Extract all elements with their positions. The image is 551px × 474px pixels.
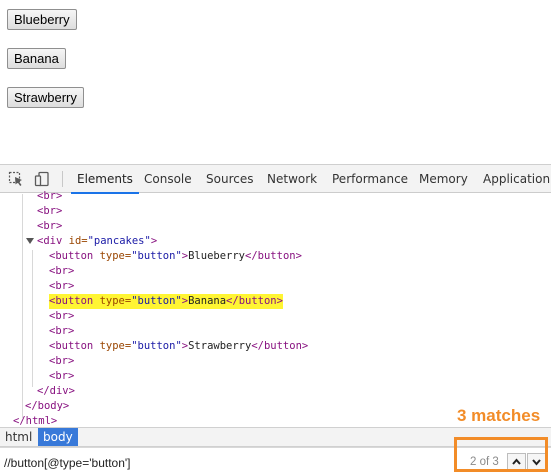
tag-text: > bbox=[150, 235, 158, 247]
page-preview: Blueberry Banana Strawberry bbox=[0, 0, 551, 164]
inspect-element-icon[interactable] bbox=[8, 171, 24, 187]
tag-text: </html> bbox=[13, 415, 58, 427]
tag-text: <br> bbox=[49, 265, 75, 277]
tag-text: <br> bbox=[49, 310, 75, 322]
tab-elements[interactable]: Elements bbox=[71, 165, 139, 194]
dom-node-br[interactable]: <br> bbox=[49, 324, 74, 339]
dom-node-body-close[interactable]: </body> bbox=[25, 399, 69, 414]
dom-node-br[interactable]: <br> bbox=[37, 219, 62, 234]
toolbar-divider bbox=[62, 171, 63, 187]
tag-text: <br> bbox=[49, 370, 75, 382]
banana-button[interactable]: Banana bbox=[7, 48, 66, 69]
expand-triangle-icon[interactable] bbox=[26, 238, 34, 244]
devtools-tabbar: Elements Console Sources Network Perform… bbox=[0, 165, 551, 194]
dom-node-br[interactable]: <br> bbox=[37, 204, 62, 219]
tab-sources[interactable]: Sources bbox=[206, 165, 253, 193]
tag-text: <button bbox=[49, 340, 94, 352]
indent-guide bbox=[32, 250, 33, 387]
dom-node-button-blueberry[interactable]: <button type="button">Blueberry</button> bbox=[49, 249, 302, 264]
indent-guide bbox=[22, 194, 23, 418]
tag-text: <button bbox=[49, 250, 94, 262]
tag-text: <br> bbox=[37, 205, 63, 217]
tag-text: <br> bbox=[37, 190, 63, 202]
attr-value: "button" bbox=[131, 340, 182, 352]
tag-text: </button> bbox=[226, 295, 283, 307]
matches-annotation-box bbox=[454, 437, 548, 472]
tag-text: <br> bbox=[49, 355, 75, 367]
node-text: Strawberry bbox=[188, 340, 252, 352]
devtools-panel: Elements Console Sources Network Perform… bbox=[0, 164, 551, 474]
tag-text: </button> bbox=[251, 340, 309, 352]
attr-value: "button" bbox=[131, 250, 182, 262]
dom-node-br[interactable]: <br> bbox=[49, 279, 74, 294]
device-toolbar-icon[interactable] bbox=[34, 171, 50, 187]
tag-text: </body> bbox=[25, 400, 70, 412]
tab-network[interactable]: Network bbox=[267, 165, 317, 193]
tag-text: <br> bbox=[37, 220, 63, 232]
dom-node-button-strawberry[interactable]: <button type="button">Strawberry</button… bbox=[49, 339, 308, 354]
attr-name: type= bbox=[93, 295, 132, 307]
tag-text: </button> bbox=[245, 250, 302, 262]
blueberry-button[interactable]: Blueberry bbox=[7, 9, 77, 30]
dom-node-button-banana-highlighted[interactable]: <button type="button">Banana</button> bbox=[49, 294, 283, 309]
dom-node-br[interactable]: <br> bbox=[37, 189, 62, 204]
tag-text: <br> bbox=[49, 325, 75, 337]
breadcrumb-html[interactable]: html bbox=[0, 428, 37, 446]
dom-node-br[interactable]: <br> bbox=[49, 309, 74, 324]
attr-name: id= bbox=[62, 235, 88, 247]
matches-annotation-label: 3 matches bbox=[457, 406, 541, 425]
tag-text: </div> bbox=[37, 385, 75, 397]
tab-memory[interactable]: Memory bbox=[419, 165, 468, 193]
attr-name: type= bbox=[93, 340, 132, 352]
xpath-search-input[interactable] bbox=[4, 454, 444, 471]
dom-node-br[interactable]: <br> bbox=[49, 369, 74, 384]
dom-tree: <br> <br> <br> <div id="pancakes"> <butt… bbox=[0, 190, 551, 427]
tab-performance[interactable]: Performance bbox=[332, 165, 408, 193]
dom-node-br[interactable]: <br> bbox=[49, 264, 74, 279]
attr-value: "pancakes" bbox=[87, 235, 151, 247]
attr-value: "button" bbox=[131, 295, 182, 307]
node-text: Banana bbox=[188, 295, 227, 307]
strawberry-button[interactable]: Strawberry bbox=[7, 87, 84, 108]
dom-node-div-close[interactable]: </div> bbox=[37, 384, 75, 399]
tag-text: <button bbox=[49, 295, 94, 307]
dom-node-br[interactable]: <br> bbox=[49, 354, 74, 369]
dom-node-div-pancakes[interactable]: <div id="pancakes"> bbox=[37, 234, 157, 249]
tag-text: <br> bbox=[49, 280, 75, 292]
node-text: Blueberry bbox=[188, 250, 246, 262]
tab-application[interactable]: Application bbox=[483, 165, 550, 193]
tag-text: <div bbox=[37, 235, 63, 247]
attr-name: type= bbox=[93, 250, 132, 262]
breadcrumb-body[interactable]: body bbox=[38, 428, 78, 446]
tab-console[interactable]: Console bbox=[144, 165, 192, 193]
